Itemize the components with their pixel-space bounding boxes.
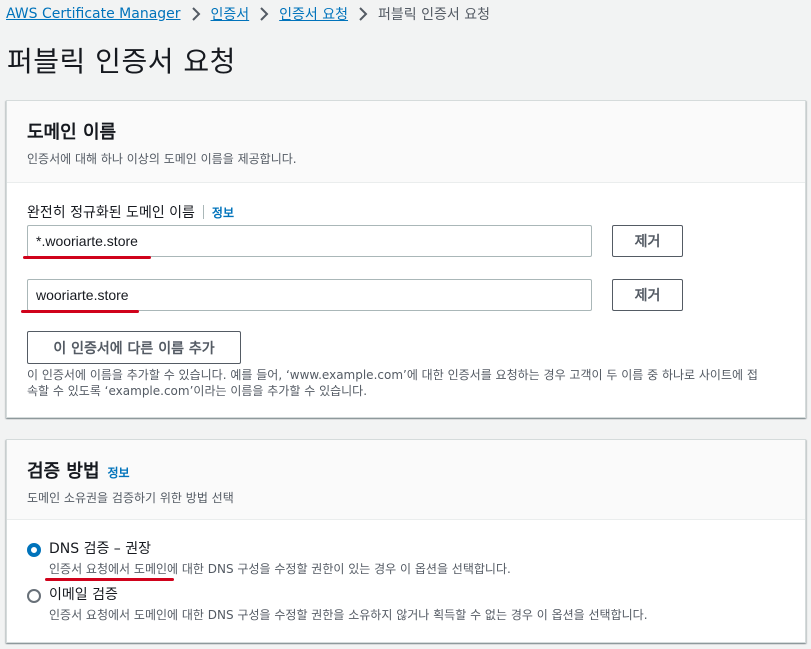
panel-title: 검증 방법 정보 <box>27 457 785 483</box>
domain-input-1[interactable] <box>27 225 592 257</box>
annotation-underline <box>21 310 139 313</box>
breadcrumb-current: 퍼블릭 인증서 요청 <box>378 7 490 23</box>
chevron-right-icon <box>191 7 201 21</box>
fqdn-label-text: 완전히 정규화된 도메인 이름 <box>27 205 195 221</box>
panel-title: 도메인 이름 <box>27 122 117 143</box>
panel-header: 도메인 이름 인증서에 대해 하나 이상의 도메인 이름을 제공합니다. <box>7 101 805 183</box>
panel-description: 인증서에 대해 하나 이상의 도메인 이름을 제공합니다. <box>27 152 297 166</box>
add-name-helper-text: 이 인증서에 이름을 추가할 수 있습니다. 예를 들어, ‘www.examp… <box>27 367 797 399</box>
panel-header: 검증 방법 정보 도메인 소유권을 검증하기 위한 방법 선택 <box>7 440 805 520</box>
info-link[interactable]: 정보 <box>108 464 130 481</box>
breadcrumb-link-certificates[interactable]: 인증서 <box>211 4 250 24</box>
radio-label: 이메일 검증 <box>49 587 118 603</box>
fqdn-field-label: 완전히 정규화된 도메인 이름 정보 <box>27 202 234 222</box>
breadcrumb: AWS Certificate Manager 인증서 인증서 요청 퍼블릭 인… <box>6 4 490 24</box>
helper-line-1: 이 인증서에 이름을 추가할 수 있습니다. 예를 들어, ‘www.examp… <box>27 368 758 382</box>
helper-line-2: 속할 수 있도록 ‘example.com’이라는 이름을 추가할 수 있습니다… <box>27 384 368 398</box>
breadcrumb-link-request[interactable]: 인증서 요청 <box>279 4 348 24</box>
panel-title-text: 검증 방법 <box>27 461 100 482</box>
annotation-underline <box>23 256 151 259</box>
radio-label: DNS 검증 – 권장 <box>49 541 152 557</box>
radio-selected-icon[interactable] <box>27 543 41 557</box>
radio-option-dns[interactable]: DNS 검증 – 권장 인증서 요청에서 도메인에 대한 DNS 구성을 수정할… <box>27 539 511 577</box>
page-title: 퍼블릭 인증서 요청 <box>7 45 236 78</box>
radio-description: 인증서 요청에서 도메인에 대한 DNS 구성을 수정할 권한을 소유하지 않거… <box>49 608 648 622</box>
info-link[interactable]: 정보 <box>212 204 234 221</box>
panel-description: 도메인 소유권을 검증하기 위한 방법 선택 <box>27 491 234 505</box>
remove-domain-button-1[interactable]: 제거 <box>612 225 683 257</box>
label-divider <box>202 205 204 219</box>
remove-domain-button-2[interactable]: 제거 <box>612 279 683 311</box>
radio-option-email[interactable]: 이메일 검증 인증서 요청에서 도메인에 대한 DNS 구성을 수정할 권한을 … <box>27 585 648 623</box>
domain-input-2[interactable] <box>27 279 592 311</box>
domain-name-panel: 도메인 이름 인증서에 대해 하나 이상의 도메인 이름을 제공합니다. 완전히… <box>6 100 806 418</box>
chevron-right-icon <box>358 7 368 21</box>
chevron-right-icon <box>259 7 269 21</box>
annotation-underline <box>45 578 174 581</box>
radio-unselected-icon[interactable] <box>27 589 41 603</box>
add-another-name-button[interactable]: 이 인증서에 다른 이름 추가 <box>27 331 241 364</box>
breadcrumb-link-acm[interactable]: AWS Certificate Manager <box>6 6 181 22</box>
validation-method-panel: 검증 방법 정보 도메인 소유권을 검증하기 위한 방법 선택 DNS 검증 –… <box>6 439 806 643</box>
radio-description: 인증서 요청에서 도메인에 대한 DNS 구성을 수정할 권한이 있는 경우 이… <box>49 562 511 576</box>
